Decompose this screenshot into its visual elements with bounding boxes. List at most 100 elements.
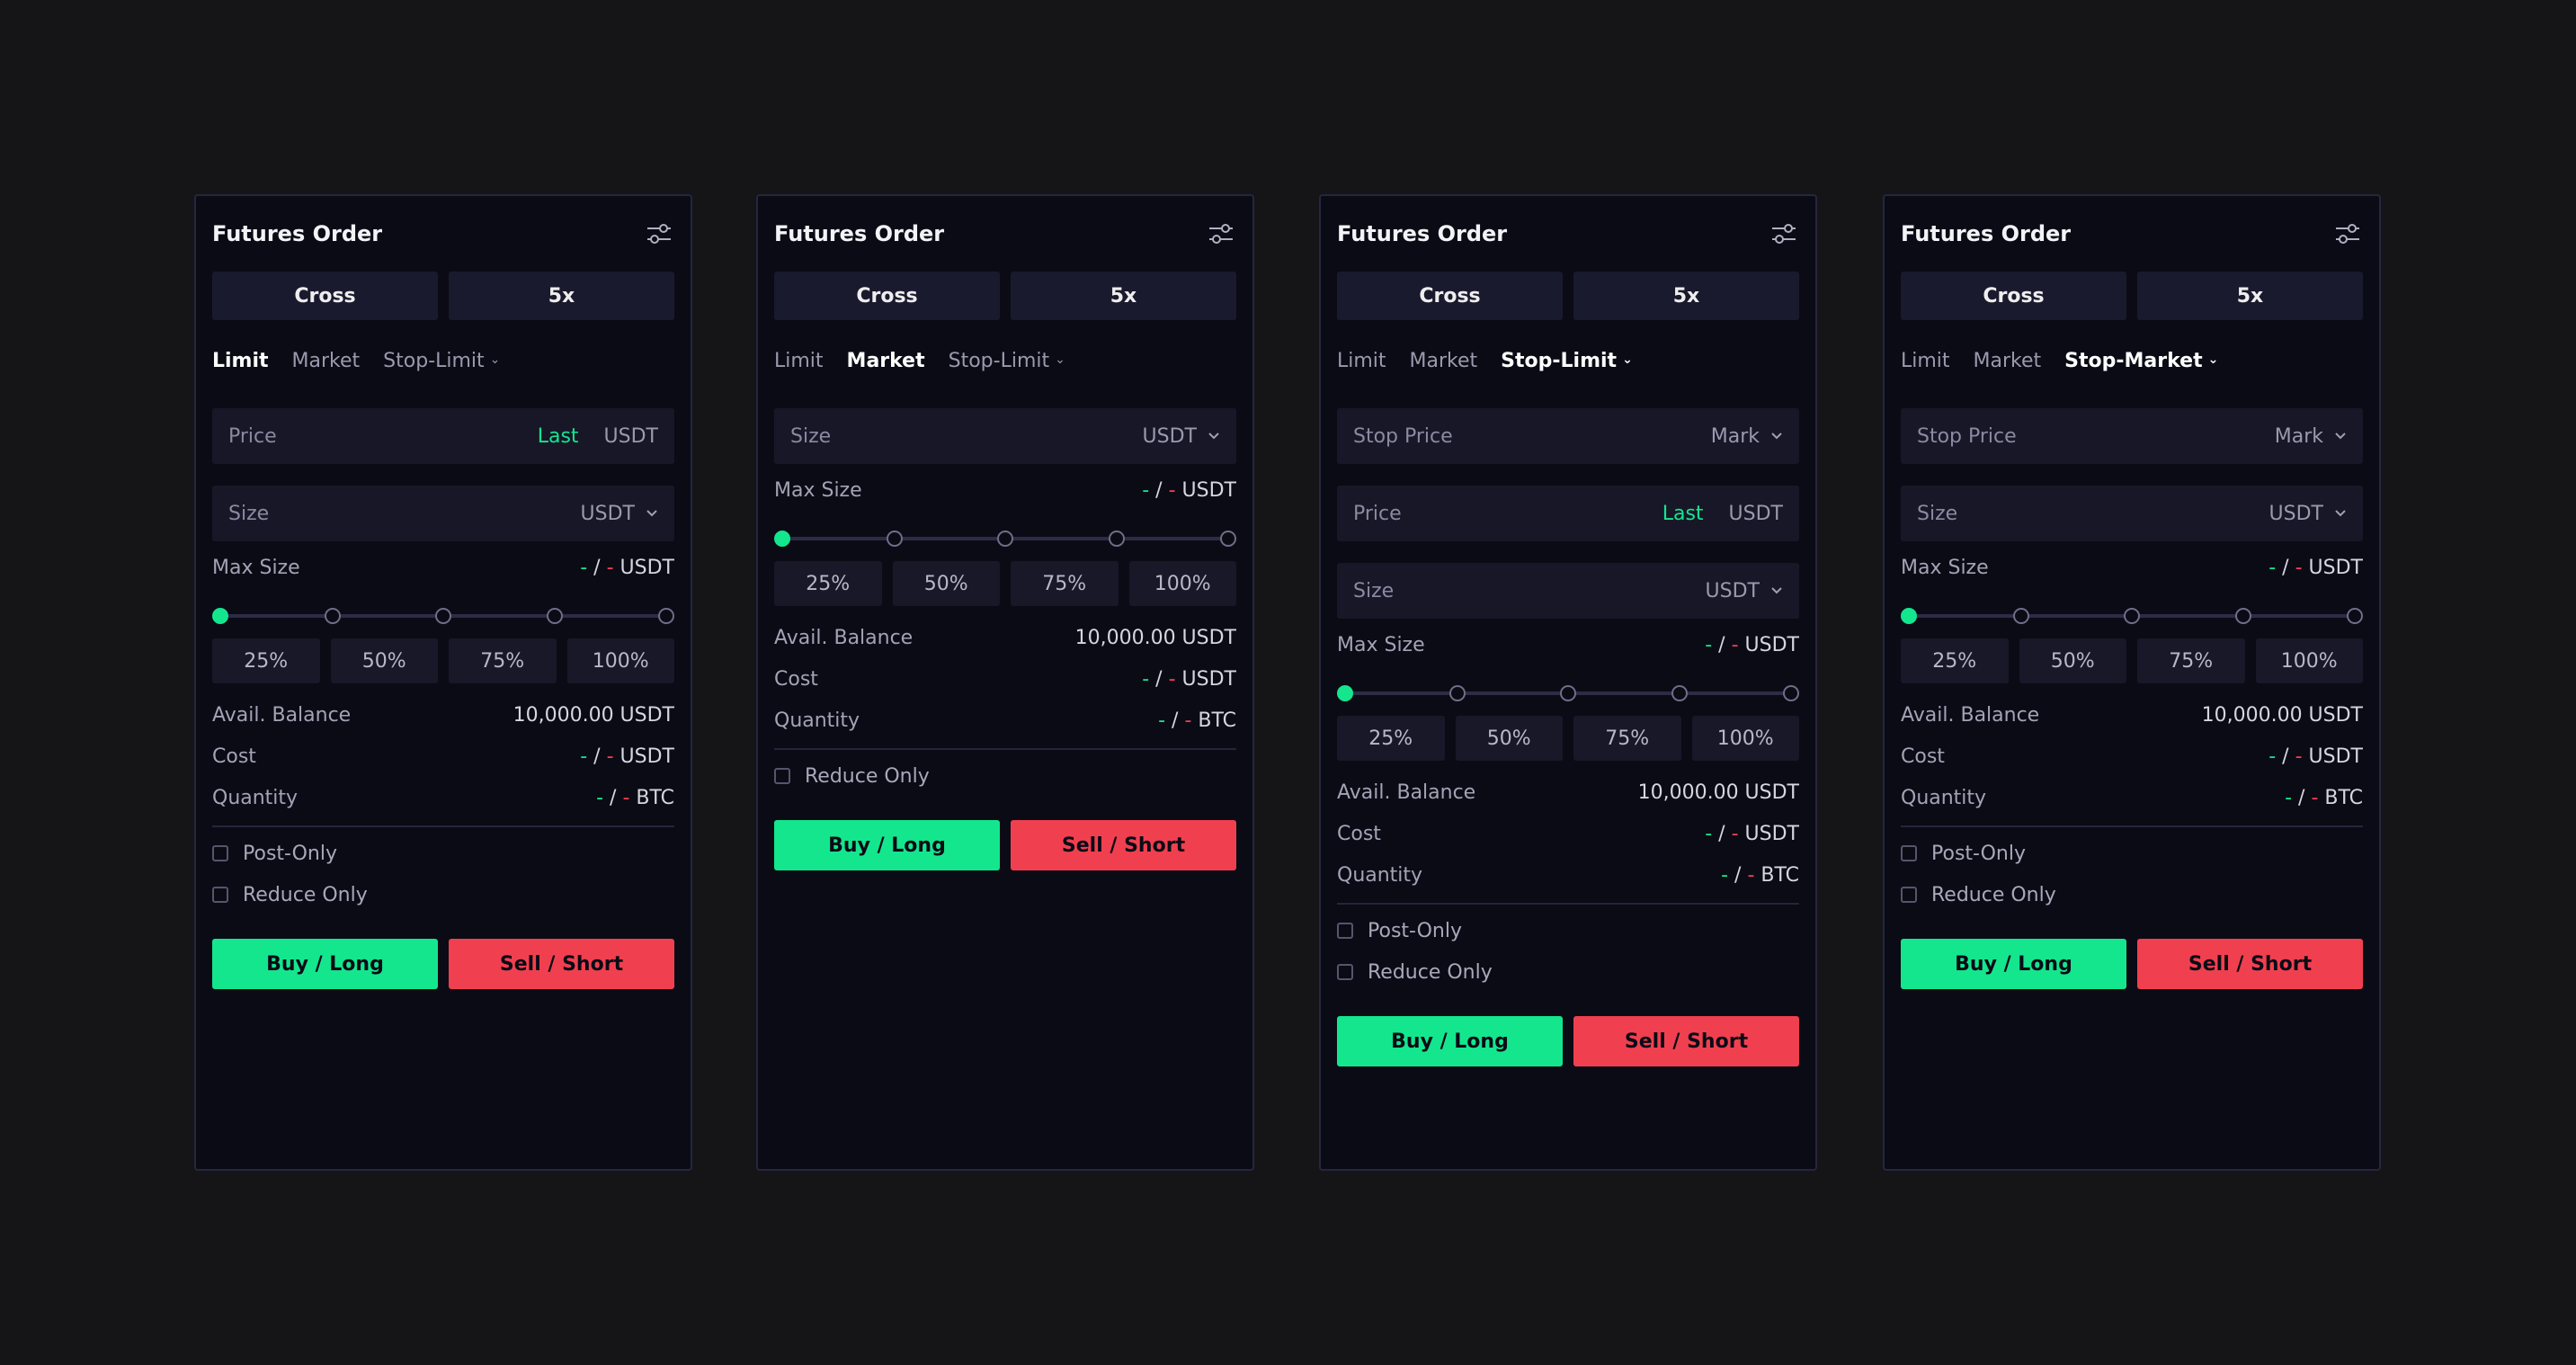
chevron-down-icon: ⌄ (489, 352, 501, 367)
percent-25-button[interactable]: 25% (1337, 716, 1445, 761)
sell-short-button[interactable]: Sell / Short (1011, 820, 1236, 870)
percent-25-button[interactable]: 25% (774, 561, 882, 606)
slider-stop-25[interactable] (324, 608, 341, 624)
last-price-link[interactable]: Last (538, 425, 579, 448)
percent-75-button[interactable]: 75% (1011, 561, 1119, 606)
slider-stop-50[interactable] (997, 531, 1013, 547)
slider-stop-0[interactable] (1901, 608, 1917, 624)
cost-value: - / - USDT (1142, 667, 1236, 691)
slider-stop-0[interactable] (774, 531, 790, 547)
slider-stop-100[interactable] (1783, 685, 1799, 701)
tab-limit[interactable]: Limit (1901, 350, 1950, 372)
price-input[interactable]: Price Last USDT (1337, 486, 1799, 541)
tab-market[interactable]: Market (1974, 350, 2042, 372)
tab-market[interactable]: Market (847, 350, 925, 372)
margin-mode-button[interactable]: Cross (1337, 272, 1563, 320)
slider-stop-0[interactable] (1337, 685, 1353, 701)
slider-stop-75[interactable] (2234, 608, 2251, 624)
percent-100-button[interactable]: 100% (566, 638, 674, 683)
margin-mode-button[interactable]: Cross (774, 272, 1000, 320)
leverage-button[interactable]: 5x (449, 272, 674, 320)
tab-limit[interactable]: Limit (212, 350, 269, 372)
percent-50-button[interactable]: 50% (330, 638, 438, 683)
percent-100-button[interactable]: 100% (2255, 638, 2363, 683)
margin-mode-button[interactable]: Cross (1901, 272, 2126, 320)
sell-short-button[interactable]: Sell / Short (1573, 1016, 1799, 1066)
price-input[interactable]: Price Last USDT (212, 408, 674, 464)
slider-stop-75[interactable] (546, 608, 563, 624)
size-slider[interactable] (1337, 683, 1799, 703)
reduce-only-checkbox[interactable]: Reduce Only (1901, 874, 2363, 915)
sliders-settings-icon[interactable] (644, 219, 674, 249)
slider-stop-100[interactable] (658, 608, 674, 624)
percent-75-button[interactable]: 75% (449, 638, 557, 683)
size-unit-dropdown[interactable]: USDT (581, 503, 658, 525)
price-placeholder: Price (1353, 502, 1402, 525)
percent-50-button[interactable]: 50% (1455, 716, 1563, 761)
tab-stop-limit[interactable]: Stop-Limit ⌄ (949, 350, 1065, 372)
slider-stop-75[interactable] (1108, 531, 1125, 547)
leverage-button[interactable]: 5x (1011, 272, 1236, 320)
tab-market[interactable]: Market (292, 350, 361, 372)
size-input[interactable]: Size USDT (774, 408, 1236, 464)
slider-stop-50[interactable] (435, 608, 451, 624)
size-slider[interactable] (1901, 606, 2363, 626)
tab-market[interactable]: Market (1410, 350, 1478, 372)
percent-50-button[interactable]: 50% (892, 561, 1000, 606)
size-slider[interactable] (212, 606, 674, 626)
percent-75-button[interactable]: 75% (2137, 638, 2245, 683)
reduce-only-checkbox[interactable]: Reduce Only (1337, 951, 1799, 993)
slider-stop-100[interactable] (1220, 531, 1236, 547)
tab-limit[interactable]: Limit (774, 350, 824, 372)
size-input[interactable]: Size USDT (1337, 563, 1799, 619)
stop-price-type-dropdown[interactable]: Mark (1711, 425, 1783, 448)
margin-mode-button[interactable]: Cross (212, 272, 438, 320)
size-input[interactable]: Size USDT (1901, 486, 2363, 541)
slider-stop-25[interactable] (1448, 685, 1466, 701)
stop-price-input[interactable]: Stop Price Mark (1901, 408, 2363, 464)
percent-25-button[interactable]: 25% (1901, 638, 2009, 683)
sell-short-button[interactable]: Sell / Short (449, 939, 674, 989)
stop-price-input[interactable]: Stop Price Mark (1337, 408, 1799, 464)
post-only-checkbox[interactable]: Post-Only (1901, 833, 2363, 874)
sliders-settings-icon[interactable] (2332, 219, 2363, 249)
reduce-only-checkbox[interactable]: Reduce Only (774, 755, 1236, 797)
post-only-checkbox[interactable]: Post-Only (1337, 910, 1799, 951)
slider-stop-75[interactable] (1671, 685, 1688, 701)
last-price-link[interactable]: Last (1662, 503, 1704, 525)
percent-100-button[interactable]: 100% (1128, 561, 1236, 606)
tab-limit[interactable]: Limit (1337, 350, 1386, 372)
sell-short-button[interactable]: Sell / Short (2137, 939, 2363, 989)
leverage-button[interactable]: 5x (1573, 272, 1799, 320)
slider-stop-50[interactable] (2124, 608, 2140, 624)
size-unit-dropdown[interactable]: USDT (2269, 503, 2347, 525)
size-input[interactable]: Size USDT (212, 486, 674, 541)
stop-price-type-dropdown[interactable]: Mark (2275, 425, 2347, 448)
tab-stop-limit-label: Stop-Limit (948, 349, 1050, 372)
slider-stop-25[interactable] (2012, 608, 2029, 624)
percent-25-button[interactable]: 25% (212, 638, 320, 683)
size-slider[interactable] (774, 529, 1236, 549)
buy-long-button[interactable]: Buy / Long (1337, 1016, 1563, 1066)
sliders-settings-icon[interactable] (1206, 219, 1236, 249)
tab-stop-limit[interactable]: Stop-Limit ⌄ (383, 350, 500, 372)
percent-75-button[interactable]: 75% (1573, 716, 1681, 761)
buy-long-button[interactable]: Buy / Long (212, 939, 438, 989)
tab-stop-market[interactable]: Stop-Market ⌄ (2064, 350, 2218, 372)
slider-stop-25[interactable] (886, 531, 903, 547)
size-unit-dropdown[interactable]: USDT (1143, 425, 1220, 448)
sliders-settings-icon[interactable] (1769, 219, 1799, 249)
percent-50-button[interactable]: 50% (2019, 638, 2126, 683)
tab-stop-limit[interactable]: Stop-Limit ⌄ (1501, 350, 1633, 372)
post-only-checkbox[interactable]: Post-Only (212, 833, 674, 874)
percent-buttons: 25% 50% 75% 100% (212, 638, 674, 683)
slider-stop-0[interactable] (212, 608, 228, 624)
buy-long-button[interactable]: Buy / Long (774, 820, 1000, 870)
slider-stop-50[interactable] (1560, 685, 1576, 701)
buy-long-button[interactable]: Buy / Long (1901, 939, 2126, 989)
percent-100-button[interactable]: 100% (1691, 716, 1799, 761)
size-unit-dropdown[interactable]: USDT (1706, 580, 1783, 602)
slider-stop-100[interactable] (2347, 608, 2363, 624)
leverage-button[interactable]: 5x (2137, 272, 2363, 320)
reduce-only-checkbox[interactable]: Reduce Only (212, 874, 674, 915)
